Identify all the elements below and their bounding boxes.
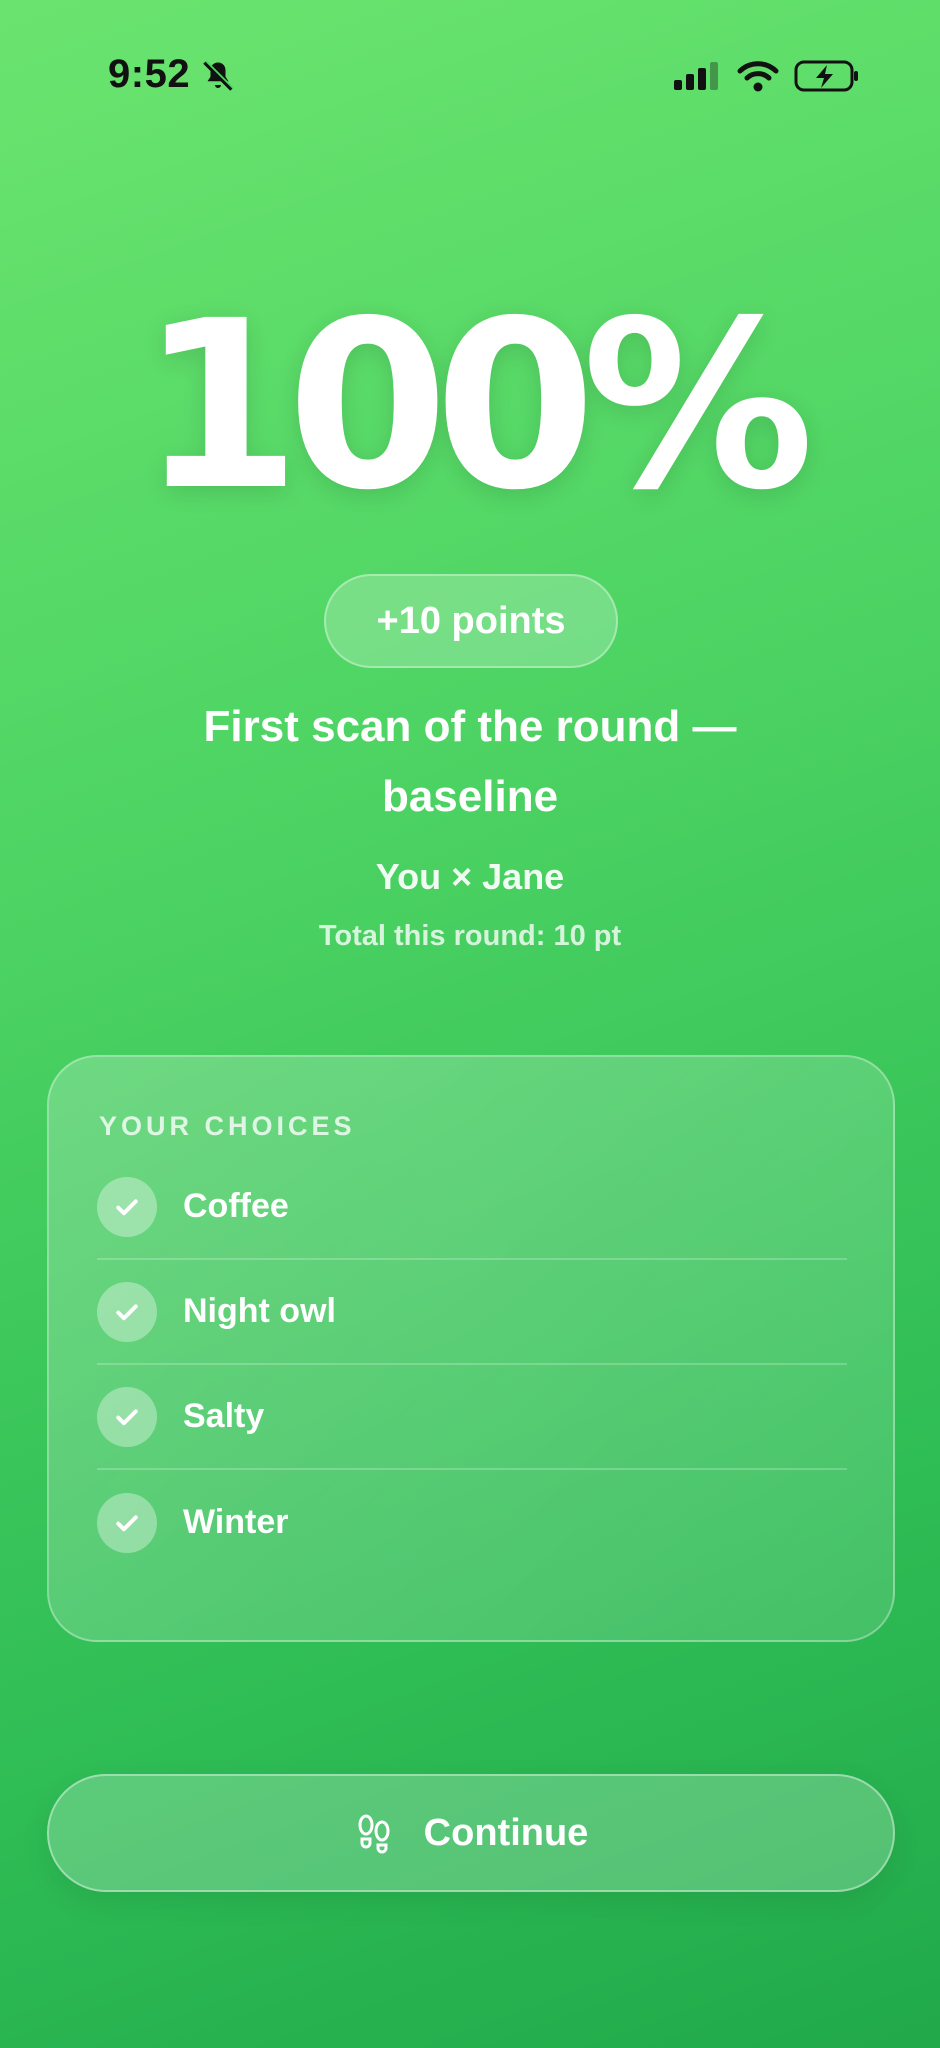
choice-label: Salty <box>183 1397 265 1435</box>
check-icon <box>97 1492 157 1553</box>
choice-label: Winter <box>183 1503 289 1541</box>
continue-button[interactable]: Continue <box>47 1774 895 1892</box>
cellular-signal-icon <box>674 62 718 90</box>
list-item: Night owl <box>97 1260 847 1365</box>
list-item: Salty <box>97 1365 847 1470</box>
continue-label: Continue <box>423 1811 589 1854</box>
check-icon <box>97 1386 157 1447</box>
points-badge: +10 points <box>324 574 618 668</box>
choice-label: Night owl <box>183 1292 336 1330</box>
choices-card: YOUR CHOICES Coffee Night owl Salty Wint… <box>47 1055 895 1642</box>
bell-slash-icon <box>203 60 234 91</box>
footprints-icon <box>358 1814 390 1854</box>
check-icon <box>97 1176 157 1237</box>
status-time: 9:52 <box>108 52 191 96</box>
result-headline: First scan of the round — baseline <box>203 702 737 821</box>
status-bar: 9:52 <box>0 0 940 150</box>
list-item: Coffee <box>97 1155 847 1260</box>
battery-charging-icon <box>794 60 858 92</box>
list-item: Winter <box>97 1470 847 1575</box>
choice-label: Coffee <box>183 1187 289 1225</box>
pair-label: You × Jane <box>375 856 565 897</box>
choice-list: Coffee Night owl Salty Winter <box>97 1155 847 1575</box>
check-icon <box>97 1281 157 1342</box>
choices-title: YOUR CHOICES <box>99 1111 356 1141</box>
round-total: Total this round: 10 pt <box>318 920 622 952</box>
match-percent: 100% <box>139 271 815 541</box>
wifi-icon <box>737 61 779 92</box>
